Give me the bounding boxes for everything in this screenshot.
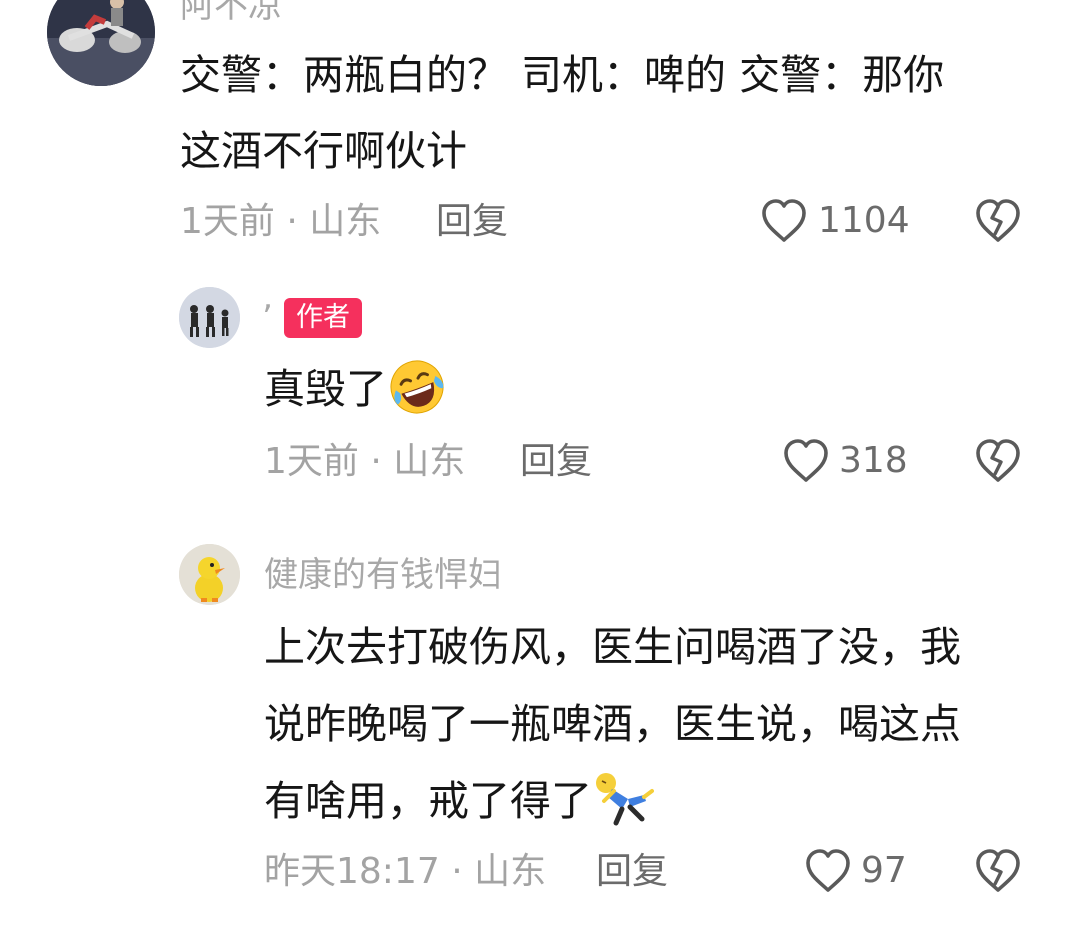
comment-text: 有啥用，戒了得了 [264,777,592,825]
reply-button[interactable]: 回复 [596,850,668,894]
comment-text-line: 这酒不行啊伙计 [180,127,467,175]
like-button[interactable]: 318 [782,438,912,484]
dislike-button[interactable] [974,198,1022,244]
dislike-button[interactable] [974,848,1022,894]
reply-button[interactable]: 回复 [520,440,592,484]
comment-text-line: 有啥用，戒了得了 [264,768,654,834]
avatar-image-icon [179,544,240,605]
like-count: 318 [839,440,908,481]
comment-time-location: 昨天18:17 · 山东 [264,851,547,892]
comment-text-line: 上次去打破伤风，医生问喝酒了没，我 [264,623,961,671]
comment-text: 真毁了 [264,365,387,413]
like-button[interactable]: 97 [804,848,914,894]
like-count: 97 [861,850,907,891]
dislike-button[interactable] [974,438,1022,484]
comment-username[interactable]: 阿不凉 [180,0,282,26]
rolling-on-floor-laughing-emoji [390,360,444,414]
lying-figure-sticker [596,773,654,826]
heart-outline-icon [806,849,850,892]
author-badge: 作者 [284,298,362,338]
comment-username[interactable]: 健康的有钱悍妇 [264,555,502,595]
avatar[interactable] [47,0,155,86]
avatar[interactable] [179,544,240,605]
avatar-image-icon [47,0,155,86]
like-button[interactable]: 1104 [760,198,910,244]
avatar-image-icon [179,287,240,348]
reply-button[interactable]: 回复 [436,200,508,244]
heart-outline-icon [762,199,806,242]
comment-text-line: 真毁了 [264,356,447,422]
heart-outline-icon [784,439,828,482]
like-count: 1104 [818,200,910,241]
comment-time-location: 1天前 · 山东 [264,441,466,482]
comment-time-location: 1天前 · 山东 [180,201,382,242]
broken-heart-icon [976,849,1020,892]
comment-text-line: 交警：两瓶白的？ 司机：啤的 交警：那你 [180,51,945,99]
comment-username[interactable]: ’ [262,298,273,338]
broken-heart-icon [976,439,1020,482]
avatar[interactable] [179,287,240,348]
broken-heart-icon [976,199,1020,242]
comment-text-line: 说昨晚喝了一瓶啤酒，医生说，喝这点 [264,700,961,748]
